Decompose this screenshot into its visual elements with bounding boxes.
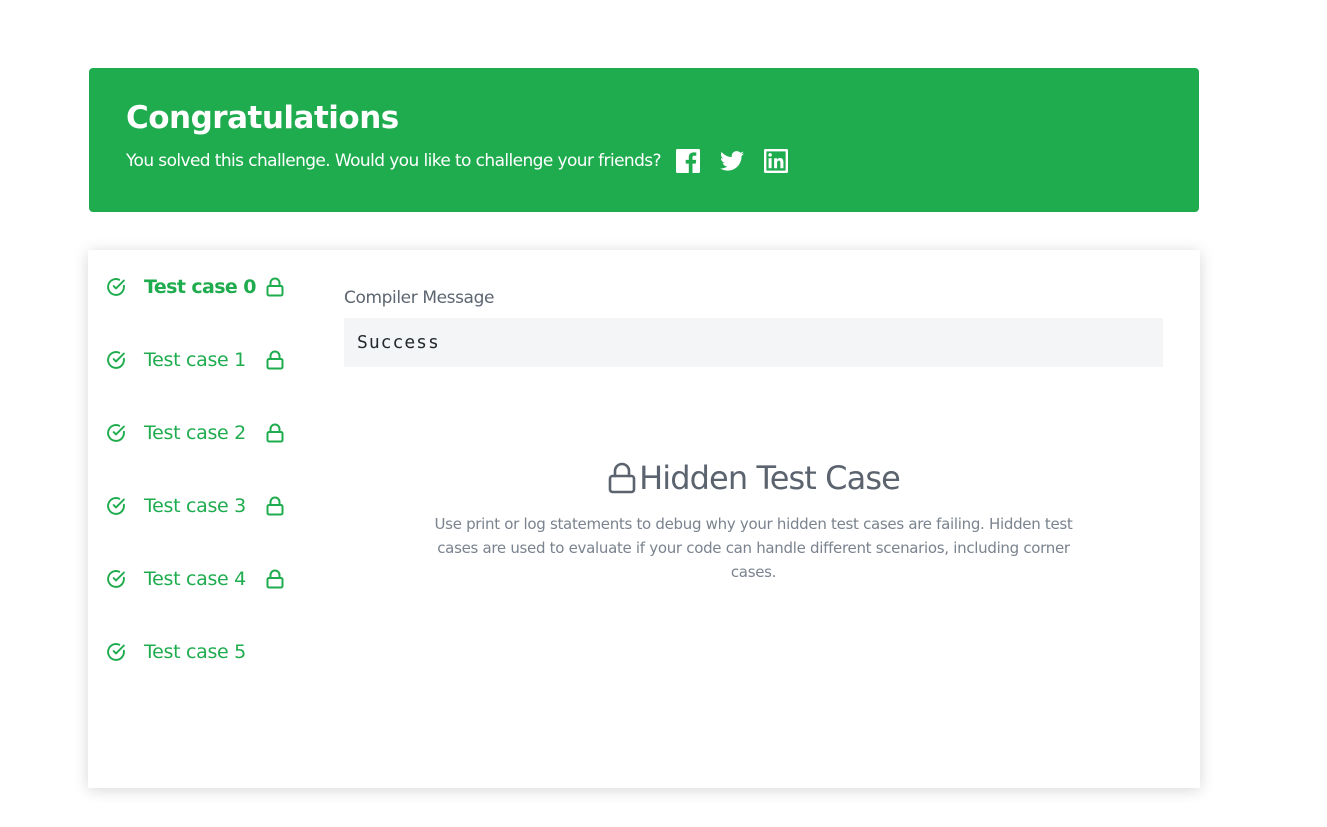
lock-icon xyxy=(265,350,285,370)
linkedin-icon[interactable] xyxy=(763,149,788,173)
test-case-label: Test case 0 xyxy=(144,276,256,298)
test-case-label: Test case 5 xyxy=(144,641,246,663)
hidden-test-case-heading: Hidden Test Case xyxy=(344,456,1163,500)
lock-icon xyxy=(265,277,285,297)
congratulations-banner: Congratulations You solved this challeng… xyxy=(89,68,1199,212)
hidden-test-case-title: Hidden Test Case xyxy=(639,459,901,497)
compiler-message-text: Success xyxy=(357,332,440,353)
test-case-item[interactable]: Test case 0 xyxy=(106,270,336,304)
test-case-label: Test case 1 xyxy=(144,349,246,371)
check-circle-icon xyxy=(106,350,126,370)
lock-icon xyxy=(265,423,285,443)
lock-icon xyxy=(265,496,285,516)
compiler-message-label: Compiler Message xyxy=(344,288,495,308)
check-circle-icon xyxy=(106,642,126,662)
banner-subtitle: You solved this challenge. Would you lik… xyxy=(126,151,662,171)
twitter-icon[interactable] xyxy=(719,149,744,173)
banner-subtitle-row: You solved this challenge. Would you lik… xyxy=(126,148,808,174)
hidden-test-case-section: Hidden Test Case Use print or log statem… xyxy=(344,456,1163,584)
compiler-message-box: Success xyxy=(344,318,1163,367)
test-case-item[interactable]: Test case 2 xyxy=(106,416,336,450)
test-case-label: Test case 4 xyxy=(144,568,246,590)
check-circle-icon xyxy=(106,277,126,297)
test-case-item[interactable]: Test case 5 xyxy=(106,635,336,669)
lock-icon xyxy=(265,569,285,589)
lock-icon xyxy=(607,461,637,495)
results-card: Test case 0 Test case 1 Test case 2 Test… xyxy=(88,250,1200,788)
hidden-test-case-description: Use print or log statements to debug why… xyxy=(434,515,1073,581)
test-case-item[interactable]: Test case 1 xyxy=(106,343,336,377)
check-circle-icon xyxy=(106,423,126,443)
test-case-label: Test case 2 xyxy=(144,422,246,444)
test-case-item[interactable]: Test case 4 xyxy=(106,562,336,596)
share-icons xyxy=(675,149,808,173)
banner-title: Congratulations xyxy=(126,100,399,136)
check-circle-icon xyxy=(106,496,126,516)
test-case-item[interactable]: Test case 3 xyxy=(106,489,336,523)
test-case-list: Test case 0 Test case 1 Test case 2 Test… xyxy=(106,270,336,708)
test-case-label: Test case 3 xyxy=(144,495,246,517)
facebook-icon[interactable] xyxy=(675,149,700,173)
check-circle-icon xyxy=(106,569,126,589)
